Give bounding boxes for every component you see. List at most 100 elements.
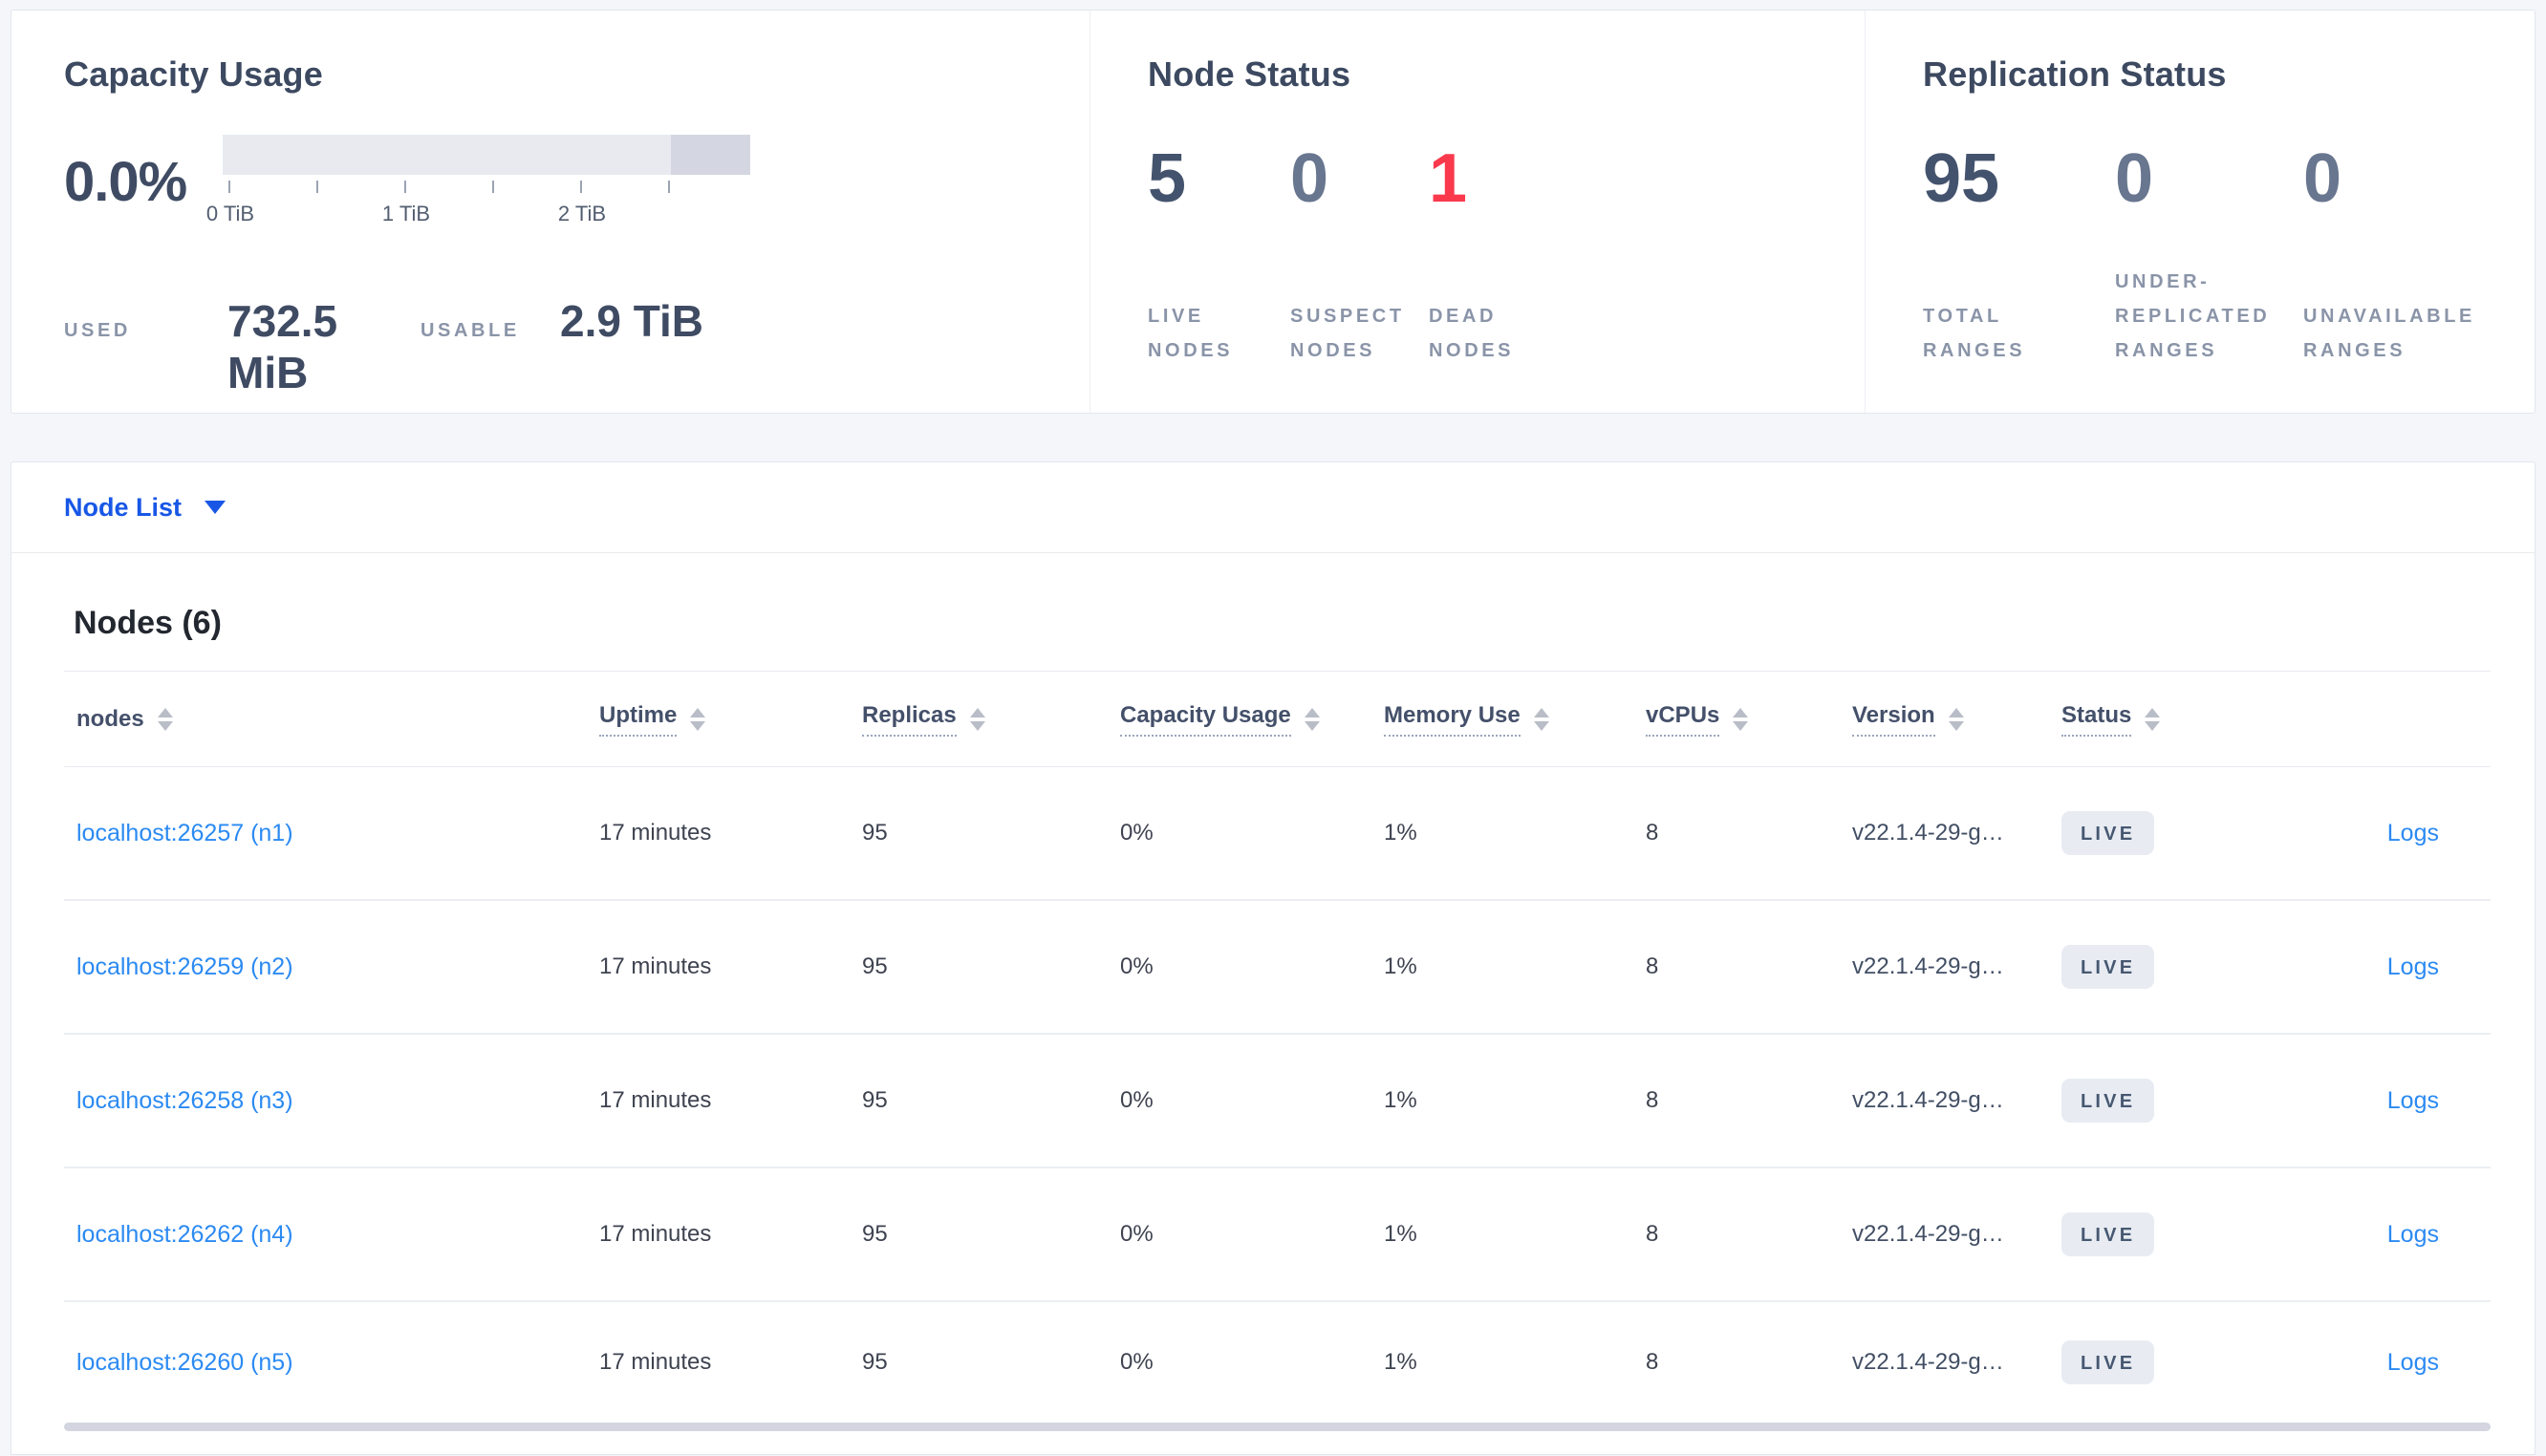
- sort-icon[interactable]: [1533, 707, 1549, 731]
- sort-icon[interactable]: [2145, 707, 2161, 731]
- replication-stat-value: 0: [2115, 140, 2154, 217]
- version-cell: v22.1.4-29-g…: [1852, 1087, 2004, 1113]
- version-cell: v22.1.4-29-g…: [1852, 953, 2004, 979]
- uptime-cell: 17 minutes: [599, 820, 712, 846]
- table-row: localhost:26258 (n3) 17 minutes 95 0% 1% 8 v22…: [64, 1035, 2491, 1168]
- uptime-cell: 17 minutes: [599, 953, 712, 979]
- replicas-cell: 95: [862, 1087, 888, 1113]
- axis-tick: [316, 181, 318, 193]
- column-header-capacity_usage[interactable]: Capacity Usage: [1120, 702, 1384, 737]
- logs-link[interactable]: Logs: [2281, 953, 2491, 981]
- vcpus-cell: 8: [1646, 1221, 1659, 1247]
- sort-icon[interactable]: [969, 707, 985, 731]
- replicas-cell: 95: [862, 953, 888, 979]
- sort-icon[interactable]: [157, 707, 173, 731]
- capacity-usage-cell: 0%: [1120, 1221, 1154, 1247]
- memory-use-cell: 1%: [1384, 1349, 1417, 1375]
- sort-icon[interactable]: [1304, 707, 1320, 731]
- node-link[interactable]: localhost:26258 (n3): [64, 1087, 599, 1115]
- replication-stat-label: TOTAL RANGES: [1923, 306, 2026, 361]
- replication-status-title: Replication Status: [1923, 54, 2227, 94]
- column-header-version[interactable]: Version: [1852, 702, 2061, 737]
- column-header-node[interactable]: nodes: [64, 706, 599, 733]
- node-link[interactable]: localhost:26262 (n4): [64, 1221, 599, 1249]
- sort-desc-icon: [157, 720, 173, 731]
- uptime-cell: 17 minutes: [599, 1349, 712, 1375]
- capacity-chart-row: 0.0% 0 TiB 1 TiB 2 TiB: [64, 135, 1090, 225]
- capacity-bar-chart: 0 TiB 1 TiB 2 TiB: [206, 135, 750, 228]
- sort-asc-icon: [690, 707, 706, 717]
- vcpus-cell: 8: [1646, 1087, 1659, 1113]
- logs-link[interactable]: Logs: [2281, 1087, 2491, 1115]
- node-status-stat: 5 LIVE NODES: [1148, 144, 1290, 368]
- used-label: USED: [64, 320, 131, 341]
- chevron-down-icon[interactable]: [205, 501, 227, 514]
- replication-stat-value: 95: [1923, 140, 2000, 217]
- view-selector-bar: Node List: [11, 461, 2535, 553]
- sort-asc-icon: [1533, 707, 1549, 717]
- status-cell: LIVE: [2061, 1340, 2281, 1384]
- column-header-uptime[interactable]: Uptime: [599, 702, 862, 737]
- memory-use-cell: 1%: [1384, 1087, 1417, 1113]
- status-badge: LIVE: [2061, 1079, 2155, 1123]
- logs-link[interactable]: Logs: [2281, 1349, 2491, 1377]
- column-header-replicas[interactable]: Replicas: [862, 702, 1120, 737]
- memory-use-cell: 1%: [1384, 1221, 1417, 1247]
- sort-icon[interactable]: [1733, 707, 1749, 731]
- sort-asc-icon: [157, 707, 173, 717]
- axis-label: 0 TiB: [205, 202, 255, 225]
- axis-label: 1 TiB: [381, 202, 431, 225]
- status-cell: LIVE: [2061, 1079, 2281, 1123]
- sort-desc-icon: [1948, 720, 1964, 731]
- sort-icon[interactable]: [690, 707, 706, 731]
- capacity-axis-labels: 0 TiB 1 TiB 2 TiB: [206, 202, 750, 228]
- capacity-axis-ticks: [223, 179, 750, 194]
- sort-asc-icon: [1304, 707, 1320, 717]
- table-row: localhost:26257 (n1) 17 minutes 95 0% 1% 8 v22…: [64, 767, 2491, 901]
- node-list-dropdown[interactable]: Node List: [64, 493, 182, 523]
- status-cell: LIVE: [2061, 1212, 2281, 1256]
- sort-desc-icon: [690, 720, 706, 731]
- table-row: localhost:26262 (n4) 17 minutes 95 0% 1% 8 v22…: [64, 1168, 2491, 1302]
- column-header-label: Version: [1852, 702, 1935, 737]
- cluster-overview-page: Capacity Usage 0.0% 0 TiB 1 TiB 2 TiB US…: [0, 0, 2546, 1456]
- node-status-stat: 0 SUSPECT NODES: [1290, 144, 1429, 368]
- node-status-stat: 1 DEAD NODES: [1429, 144, 1553, 368]
- column-header-vcpus[interactable]: vCPUs: [1646, 702, 1852, 737]
- table-row: localhost:26259 (n2) 17 minutes 95 0% 1% 8 v22…: [64, 901, 2491, 1035]
- sort-desc-icon: [1733, 720, 1749, 731]
- column-header-label: Replicas: [862, 702, 957, 737]
- column-header-label: Uptime: [599, 702, 678, 737]
- nodes-heading: Nodes (6): [74, 605, 222, 641]
- node-status-stat-value: 5: [1148, 140, 1187, 217]
- sort-icon[interactable]: [1948, 707, 1964, 731]
- status-cell: LIVE: [2061, 811, 2281, 855]
- version-cell: v22.1.4-29-g…: [1852, 1221, 2004, 1247]
- sort-asc-icon: [969, 707, 985, 717]
- sort-desc-icon: [1533, 720, 1549, 731]
- replication-stat-label: UNDER-REPLICATED RANGES: [2115, 271, 2271, 361]
- usable-value: 2.9 TiB: [560, 296, 703, 346]
- node-link[interactable]: localhost:26257 (n1): [64, 820, 599, 847]
- usable-label: USABLE: [421, 320, 520, 341]
- node-link[interactable]: localhost:26260 (n5): [64, 1349, 599, 1377]
- axis-tick: [492, 181, 494, 193]
- logs-link[interactable]: Logs: [2281, 820, 2491, 847]
- logs-link[interactable]: Logs: [2281, 1221, 2491, 1249]
- column-header-memory_use[interactable]: Memory Use: [1384, 702, 1646, 737]
- column-header-label: Status: [2061, 702, 2132, 737]
- replicas-cell: 95: [862, 820, 888, 846]
- horizontal-scrollbar[interactable]: [64, 1423, 2491, 1431]
- axis-tick: [404, 181, 406, 193]
- nodes-table-body: localhost:26257 (n1) 17 minutes 95 0% 1% 8 v22…: [64, 767, 2491, 1423]
- memory-use-cell: 1%: [1384, 953, 1417, 979]
- used-value: 732.5 MiB: [227, 296, 338, 397]
- column-header-status[interactable]: Status: [2061, 702, 2281, 737]
- capacity-usage-section: Capacity Usage 0.0% 0 TiB 1 TiB 2 TiB US…: [11, 11, 1090, 413]
- vcpus-cell: 8: [1646, 820, 1659, 846]
- nodes-table: nodes Uptime Replicas Capacity Usage Memory …: [64, 671, 2491, 1423]
- replication-stat: 0 UNAVAILABLE RANGES: [2303, 144, 2491, 368]
- node-link[interactable]: localhost:26259 (n2): [64, 953, 599, 981]
- node-status-section: Node Status 5 LIVE NODES 0 SUSPECT NODES 1 DE…: [1090, 11, 1866, 413]
- sort-asc-icon: [1733, 707, 1749, 717]
